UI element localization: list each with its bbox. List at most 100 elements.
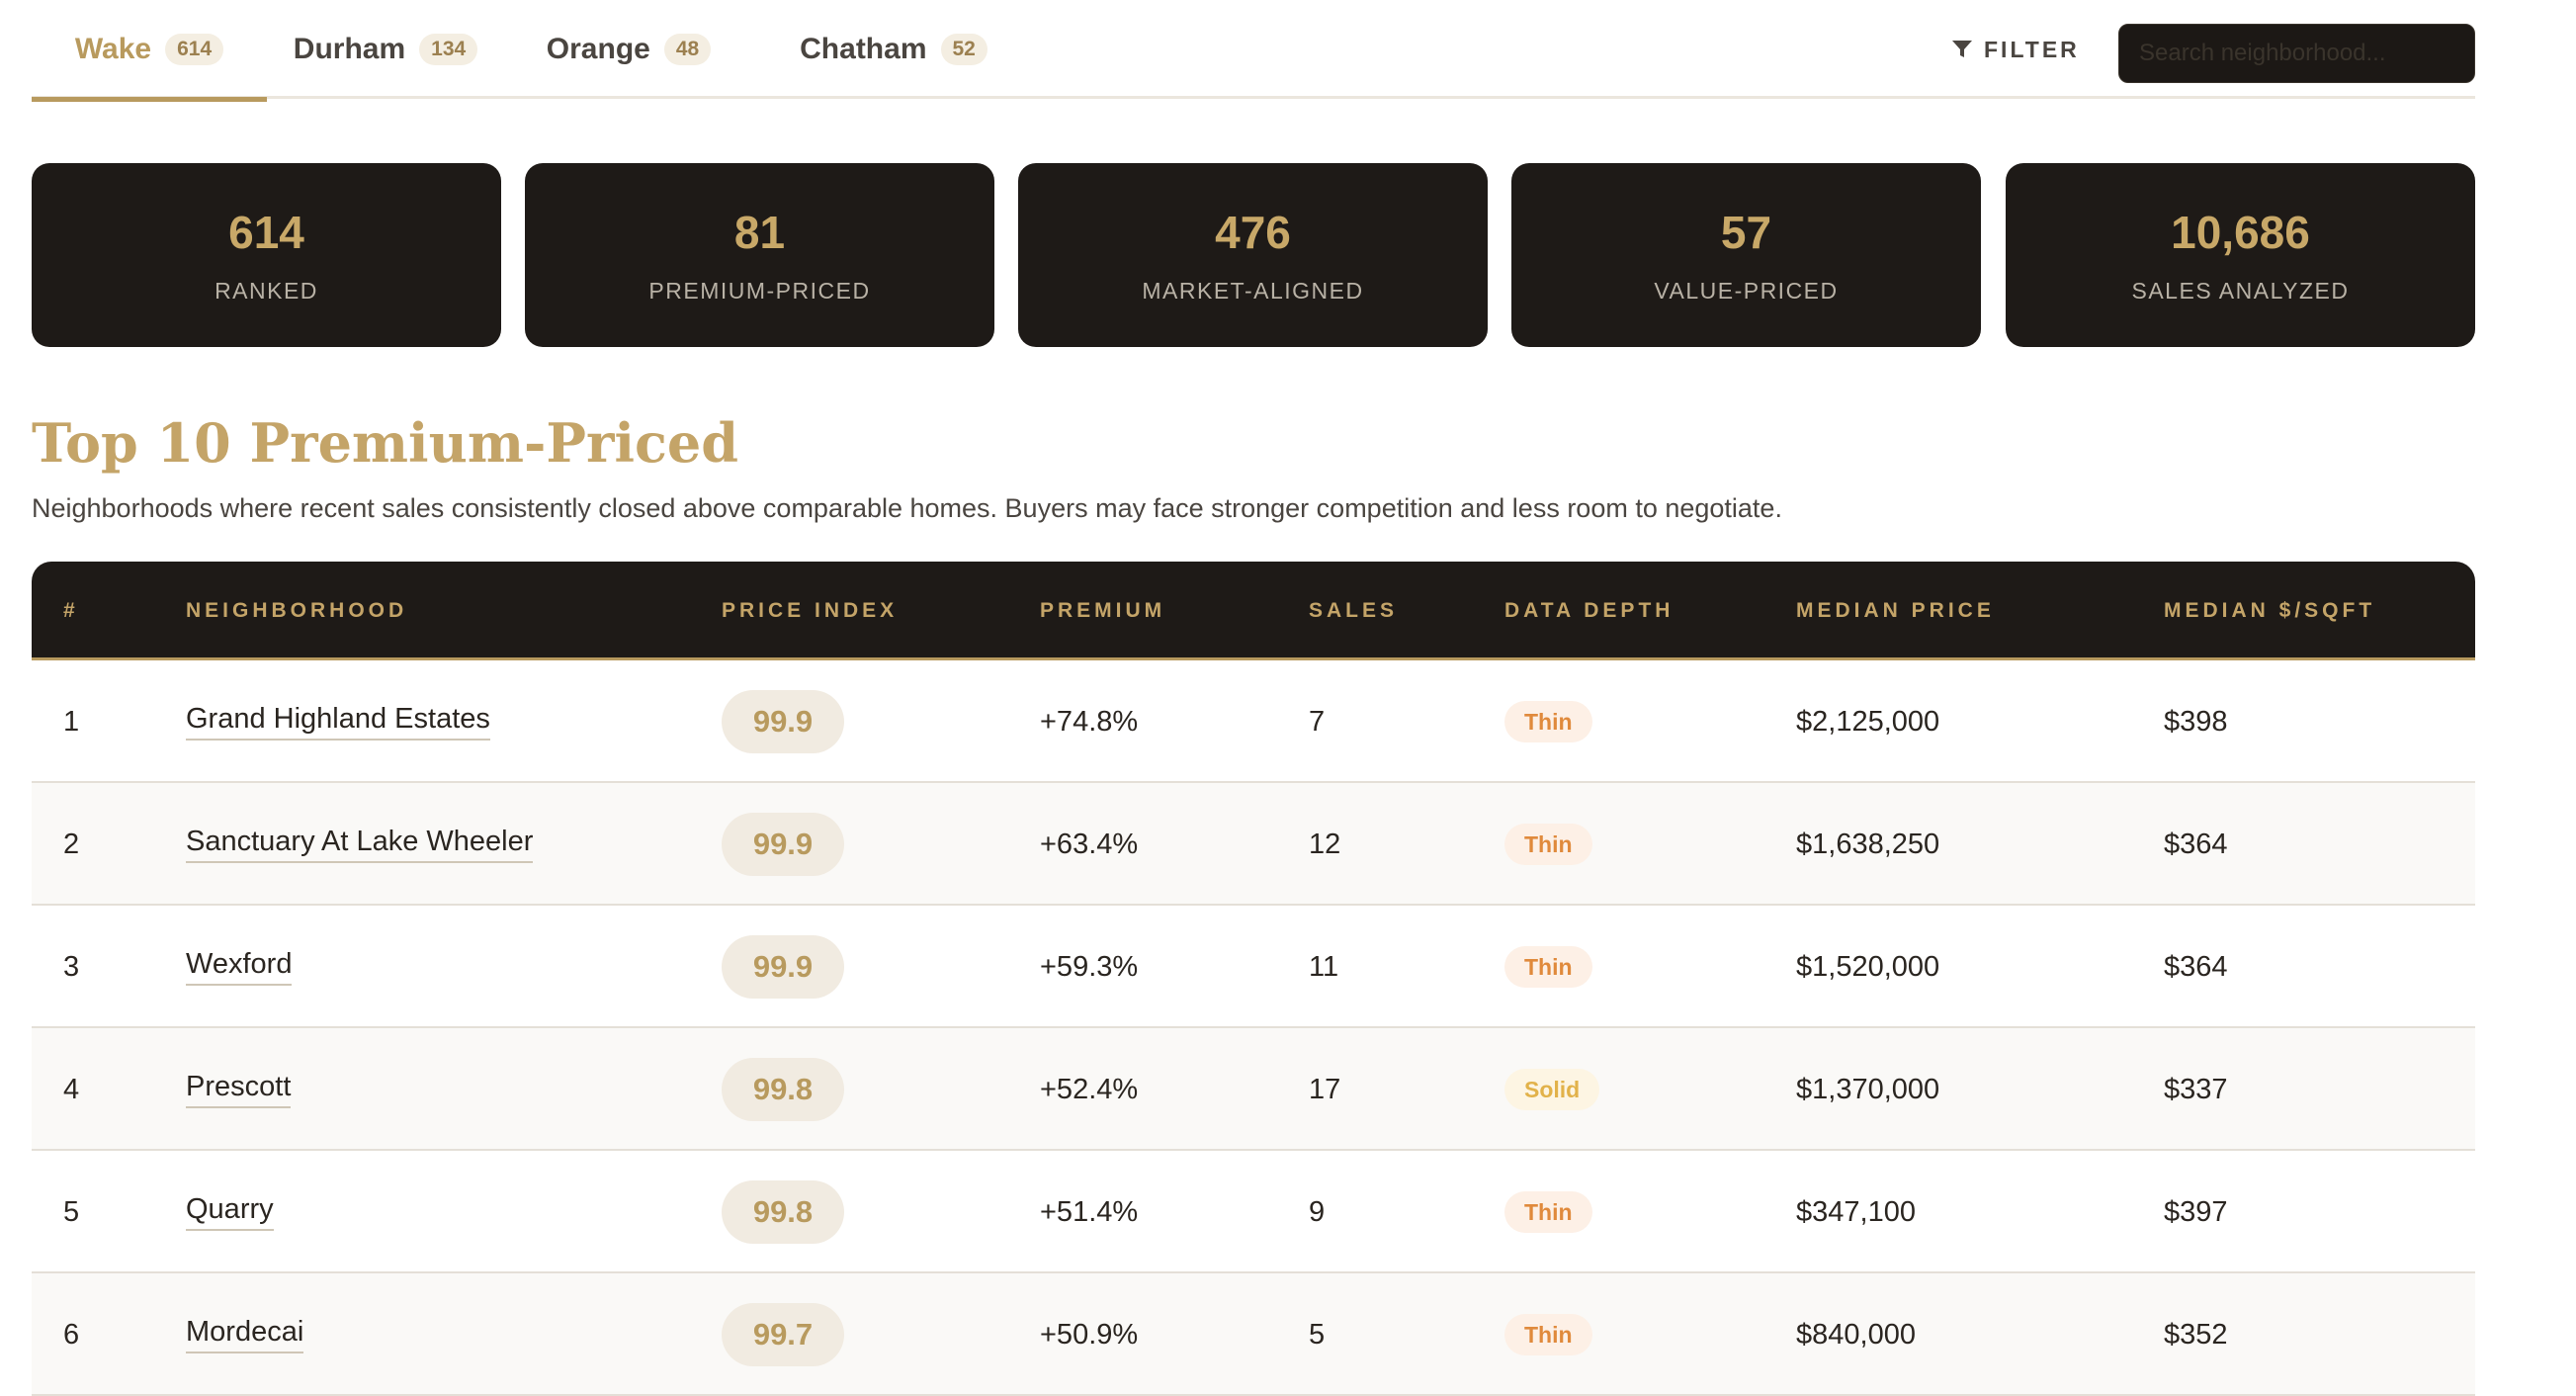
neighborhood-cell: Grand Highland Estates: [186, 660, 490, 783]
neighborhood-link[interactable]: Wexford: [186, 948, 293, 986]
tab-chatham[interactable]: Chatham 52: [753, 0, 1034, 99]
column-header-rank[interactable]: #: [63, 562, 79, 660]
data-depth-cell: Thin: [1504, 1273, 1592, 1396]
stat-value: 476: [1215, 206, 1291, 258]
column-header-price-index[interactable]: PRICE INDEX: [722, 562, 898, 660]
price-index-pill: 99.8: [722, 1058, 844, 1121]
table-header: # NEIGHBORHOOD PRICE INDEX PREMIUM SALES…: [32, 562, 2475, 660]
data-depth-badge: Thin: [1504, 701, 1592, 742]
tab-orange[interactable]: Orange 48: [504, 0, 753, 99]
filter-funnel-icon: [1952, 41, 1972, 57]
price-index-pill: 99.9: [722, 935, 844, 999]
price-index-pill: 99.7: [722, 1303, 844, 1366]
price-index-cell: 99.7: [722, 1273, 844, 1396]
data-depth-cell: Thin: [1504, 906, 1592, 1028]
rank-cell: 6: [63, 1318, 80, 1351]
premium-cell: +59.3%: [1040, 950, 1139, 983]
median-price-cell: $347,100: [1796, 1195, 1916, 1228]
premium-cell: +74.8%: [1040, 705, 1139, 738]
table-body: 1 Grand Highland Estates 99.9 +74.8% 7 T…: [32, 660, 2475, 1396]
median-price-cell: $840,000: [1796, 1318, 1916, 1351]
median-sqft-cell: $397: [2164, 1195, 2228, 1228]
stat-card-sales-analyzed: 10,686 SALES ANALYZED: [2006, 163, 2475, 347]
column-header-premium[interactable]: PREMIUM: [1040, 562, 1165, 660]
neighborhood-link[interactable]: Mordecai: [186, 1316, 304, 1353]
premium-cell: +63.4%: [1040, 828, 1139, 860]
stats-row: 614 RANKED 81 PREMIUM-PRICED 476 MARKET-…: [32, 163, 2475, 347]
stat-label: MARKET-ALIGNED: [1142, 277, 1364, 304]
neighborhood-link[interactable]: Prescott: [186, 1071, 292, 1108]
premium-cell: +52.4%: [1040, 1073, 1139, 1105]
table-row: 4 Prescott 99.8 +52.4% 17 Solid $1,370,0…: [32, 1028, 2475, 1151]
data-depth-badge: Solid: [1504, 1069, 1600, 1110]
neighborhood-link[interactable]: Quarry: [186, 1193, 274, 1231]
stat-value: 10,686: [2171, 206, 2310, 258]
table-row: 5 Quarry 99.8 +51.4% 9 Thin $347,100 $39…: [32, 1151, 2475, 1273]
price-index-cell: 99.9: [722, 783, 844, 906]
stat-card-value-priced: 57 VALUE-PRICED: [1511, 163, 1981, 347]
table-row: 2 Sanctuary At Lake Wheeler 99.9 +63.4% …: [32, 783, 2475, 906]
tab-count-badge: 48: [663, 34, 712, 65]
neighborhood-link[interactable]: Grand Highland Estates: [186, 703, 490, 741]
stat-card-market-aligned: 476 MARKET-ALIGNED: [1018, 163, 1488, 347]
tab-wake[interactable]: Wake 614: [32, 0, 267, 102]
median-sqft-cell: $337: [2164, 1073, 2228, 1105]
county-tab-bar: Wake 614 Durham 134 Orange 48 Chatham 52: [32, 0, 2475, 102]
sales-cell: 12: [1309, 828, 1341, 860]
tab-label: Orange: [546, 33, 650, 65]
data-depth-cell: Thin: [1504, 1151, 1592, 1273]
column-header-sales[interactable]: SALES: [1309, 562, 1398, 660]
neighborhood-cell: Wexford: [186, 906, 293, 1028]
search-input[interactable]: [2118, 24, 2475, 83]
price-index-pill: 99.9: [722, 690, 844, 753]
data-depth-cell: Solid: [1504, 1028, 1600, 1151]
tab-label: Chatham: [800, 33, 927, 65]
price-index-pill: 99.8: [722, 1180, 844, 1244]
column-header-data-depth[interactable]: DATA DEPTH: [1504, 562, 1674, 660]
stat-value: 57: [1720, 206, 1772, 258]
median-sqft-cell: $352: [2164, 1318, 2228, 1351]
stat-label: VALUE-PRICED: [1654, 277, 1839, 304]
tab-count-badge: 52: [940, 34, 987, 65]
app-root: Wake 614 Durham 134 Orange 48 Chatham 52…: [0, 0, 2576, 1396]
neighborhood-link[interactable]: Sanctuary At Lake Wheeler: [186, 826, 534, 863]
tab-label: Durham: [293, 33, 406, 65]
median-price-cell: $1,370,000: [1796, 1073, 1940, 1105]
stat-card-ranked: 614 RANKED: [32, 163, 501, 347]
stat-value: 81: [733, 206, 786, 258]
data-depth-badge: Thin: [1504, 1191, 1592, 1233]
data-depth-badge: Thin: [1504, 824, 1592, 865]
median-sqft-cell: $364: [2164, 828, 2228, 860]
column-header-median-sqft[interactable]: MEDIAN $/SQFT: [2164, 562, 2375, 660]
column-header-neighborhood[interactable]: NEIGHBORHOOD: [186, 562, 407, 660]
stat-label: PREMIUM-PRICED: [648, 277, 871, 304]
table-row: 3 Wexford 99.9 +59.3% 11 Thin $1,520,000…: [32, 906, 2475, 1028]
premium-cell: +51.4%: [1040, 1195, 1139, 1228]
table-row: 6 Mordecai 99.7 +50.9% 5 Thin $840,000 $…: [32, 1273, 2475, 1396]
stat-label: SALES ANALYZED: [2131, 277, 2350, 304]
data-depth-badge: Thin: [1504, 1314, 1592, 1355]
premium-neighborhoods-table: # NEIGHBORHOOD PRICE INDEX PREMIUM SALES…: [32, 562, 2475, 1396]
rank-cell: 2: [63, 828, 80, 860]
rank-cell: 4: [63, 1073, 80, 1105]
median-price-cell: $1,520,000: [1796, 950, 1940, 983]
filter-button[interactable]: FILTER: [1952, 0, 2080, 99]
median-sqft-cell: $398: [2164, 705, 2228, 738]
tab-count-badge: 134: [419, 34, 478, 65]
tab-durham[interactable]: Durham 134: [267, 0, 504, 99]
neighborhood-cell: Mordecai: [186, 1273, 304, 1396]
sales-cell: 11: [1309, 950, 1339, 983]
sales-cell: 17: [1309, 1073, 1341, 1105]
sales-cell: 7: [1309, 705, 1326, 738]
column-header-median-price[interactable]: MEDIAN PRICE: [1796, 562, 1995, 660]
premium-cell: +50.9%: [1040, 1318, 1139, 1351]
tab-count-badge: 614: [165, 34, 224, 65]
price-index-cell: 99.9: [722, 660, 844, 783]
rank-cell: 3: [63, 950, 80, 983]
section-title: Top 10 Premium-Priced: [32, 411, 738, 475]
median-price-cell: $1,638,250: [1796, 828, 1940, 860]
data-depth-cell: Thin: [1504, 783, 1592, 906]
rank-cell: 5: [63, 1195, 80, 1228]
filter-label: FILTER: [1984, 36, 2080, 62]
median-sqft-cell: $364: [2164, 950, 2228, 983]
